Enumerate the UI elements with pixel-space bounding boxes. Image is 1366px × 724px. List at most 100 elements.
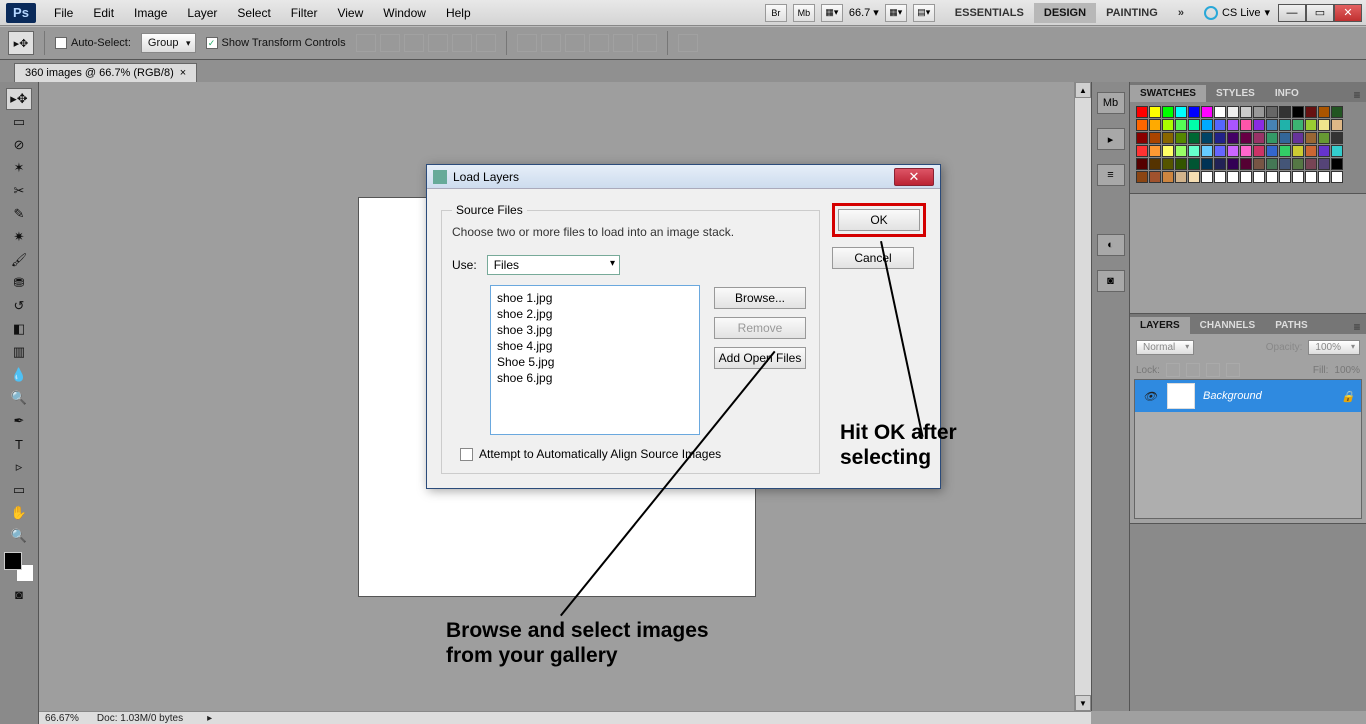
move-tool[interactable]: ▸✥ xyxy=(6,88,32,110)
bridge-icon[interactable]: Br xyxy=(765,4,787,22)
swatch[interactable] xyxy=(1318,119,1330,131)
swatch[interactable] xyxy=(1253,171,1265,183)
lock-position-icon[interactable] xyxy=(1186,363,1200,377)
history-panel-icon[interactable]: ▸ xyxy=(1097,128,1125,150)
swatch[interactable] xyxy=(1266,158,1278,170)
swatch[interactable] xyxy=(1227,132,1239,144)
swatch[interactable] xyxy=(1175,158,1187,170)
show-transform-checkbox[interactable]: ✓Show Transform Controls xyxy=(206,37,346,49)
swatch[interactable] xyxy=(1136,145,1148,157)
swatch[interactable] xyxy=(1279,132,1291,144)
swatch[interactable] xyxy=(1175,145,1187,157)
menu-view[interactable]: View xyxy=(327,6,373,20)
swatch[interactable] xyxy=(1227,119,1239,131)
opacity-input[interactable]: 100% xyxy=(1308,340,1360,355)
swatch[interactable] xyxy=(1266,106,1278,118)
swatch[interactable] xyxy=(1318,106,1330,118)
swatch[interactable] xyxy=(1136,106,1148,118)
swatch[interactable] xyxy=(1305,171,1317,183)
tab-info[interactable]: INFO xyxy=(1265,85,1309,102)
swatch[interactable] xyxy=(1305,132,1317,144)
align-icon[interactable] xyxy=(476,34,496,52)
close-tab-icon[interactable]: × xyxy=(180,67,186,79)
swatch[interactable] xyxy=(1149,158,1161,170)
swatch[interactable] xyxy=(1175,171,1187,183)
swatch[interactable] xyxy=(1188,145,1200,157)
cs-live[interactable]: CS Live ▾ xyxy=(1204,6,1270,20)
menu-image[interactable]: Image xyxy=(124,6,177,20)
eyedropper-tool[interactable]: ✎ xyxy=(6,203,32,225)
add-open-files-button[interactable]: Add Open Files xyxy=(714,347,806,369)
file-list-item[interactable]: shoe 3.jpg xyxy=(495,322,695,338)
swatch[interactable] xyxy=(1149,106,1161,118)
crop-tool[interactable]: ✂ xyxy=(6,180,32,202)
swatch[interactable] xyxy=(1227,158,1239,170)
swatch[interactable] xyxy=(1266,132,1278,144)
status-doc-info[interactable]: Doc: 1.03M/0 bytes xyxy=(97,713,183,724)
swatch[interactable] xyxy=(1240,171,1252,183)
vertical-scrollbar[interactable]: ▲ ▼ xyxy=(1074,82,1091,711)
swatch[interactable] xyxy=(1318,132,1330,144)
swatch[interactable] xyxy=(1162,106,1174,118)
swatch[interactable] xyxy=(1136,119,1148,131)
swatch[interactable] xyxy=(1266,145,1278,157)
file-list-item[interactable]: shoe 2.jpg xyxy=(495,306,695,322)
brush-tool[interactable]: 🖌 xyxy=(6,249,32,271)
swatch[interactable] xyxy=(1175,106,1187,118)
file-list-item[interactable]: Shoe 5.jpg xyxy=(495,354,695,370)
layer-row-background[interactable]: 👁 Background 🔒 xyxy=(1135,380,1361,412)
swatch[interactable] xyxy=(1331,171,1343,183)
distribute-icon[interactable] xyxy=(589,34,609,52)
swatch[interactable] xyxy=(1292,145,1304,157)
swatch[interactable] xyxy=(1266,171,1278,183)
swatch[interactable] xyxy=(1201,158,1213,170)
path-tool[interactable]: ▹ xyxy=(6,456,32,478)
quick-select-tool[interactable]: ✶ xyxy=(6,157,32,179)
swatch[interactable] xyxy=(1240,106,1252,118)
swatch[interactable] xyxy=(1292,106,1304,118)
swatch[interactable] xyxy=(1201,132,1213,144)
swatch[interactable] xyxy=(1214,106,1226,118)
blur-tool[interactable]: 💧 xyxy=(6,364,32,386)
menu-file[interactable]: File xyxy=(44,6,83,20)
panel-menu-icon[interactable]: ≡ xyxy=(1348,88,1366,102)
maximize-button[interactable]: ▭ xyxy=(1306,4,1334,22)
swatch[interactable] xyxy=(1188,106,1200,118)
swatch[interactable] xyxy=(1149,145,1161,157)
tool-preset-icon[interactable]: ▸✥ xyxy=(8,31,34,55)
swatch[interactable] xyxy=(1253,132,1265,144)
swatch[interactable] xyxy=(1253,119,1265,131)
heal-tool[interactable]: ✷ xyxy=(6,226,32,248)
menu-edit[interactable]: Edit xyxy=(83,6,124,20)
swatch[interactable] xyxy=(1331,119,1343,131)
workspace-essentials[interactable]: ESSENTIALS xyxy=(945,3,1034,23)
swatch[interactable] xyxy=(1214,132,1226,144)
swatch[interactable] xyxy=(1201,171,1213,183)
visibility-icon[interactable]: 👁 xyxy=(1141,387,1159,405)
marquee-tool[interactable]: ▭ xyxy=(6,111,32,133)
swatch[interactable] xyxy=(1331,106,1343,118)
swatch[interactable] xyxy=(1331,132,1343,144)
swatch[interactable] xyxy=(1305,106,1317,118)
shape-tool[interactable]: ▭ xyxy=(6,479,32,501)
file-list-item[interactable]: shoe 4.jpg xyxy=(495,338,695,354)
swatch[interactable] xyxy=(1227,145,1239,157)
swatch[interactable] xyxy=(1136,171,1148,183)
swatch[interactable] xyxy=(1214,145,1226,157)
remove-button[interactable]: Remove xyxy=(714,317,806,339)
swatch[interactable] xyxy=(1266,119,1278,131)
layer-thumbnail[interactable] xyxy=(1167,383,1195,409)
swatch[interactable] xyxy=(1149,171,1161,183)
stamp-tool[interactable]: ⛃ xyxy=(6,272,32,294)
cancel-button[interactable]: Cancel xyxy=(832,247,914,269)
swatch[interactable] xyxy=(1227,106,1239,118)
swatch[interactable] xyxy=(1318,171,1330,183)
fill-input[interactable]: 100% xyxy=(1334,365,1360,376)
lock-icon[interactable] xyxy=(1226,363,1240,377)
distribute-icon[interactable] xyxy=(637,34,657,52)
swatch[interactable] xyxy=(1253,158,1265,170)
swatch[interactable] xyxy=(1253,106,1265,118)
dodge-tool[interactable]: 🔍 xyxy=(6,387,32,409)
swatch[interactable] xyxy=(1214,171,1226,183)
lock-all-icon[interactable] xyxy=(1206,363,1220,377)
